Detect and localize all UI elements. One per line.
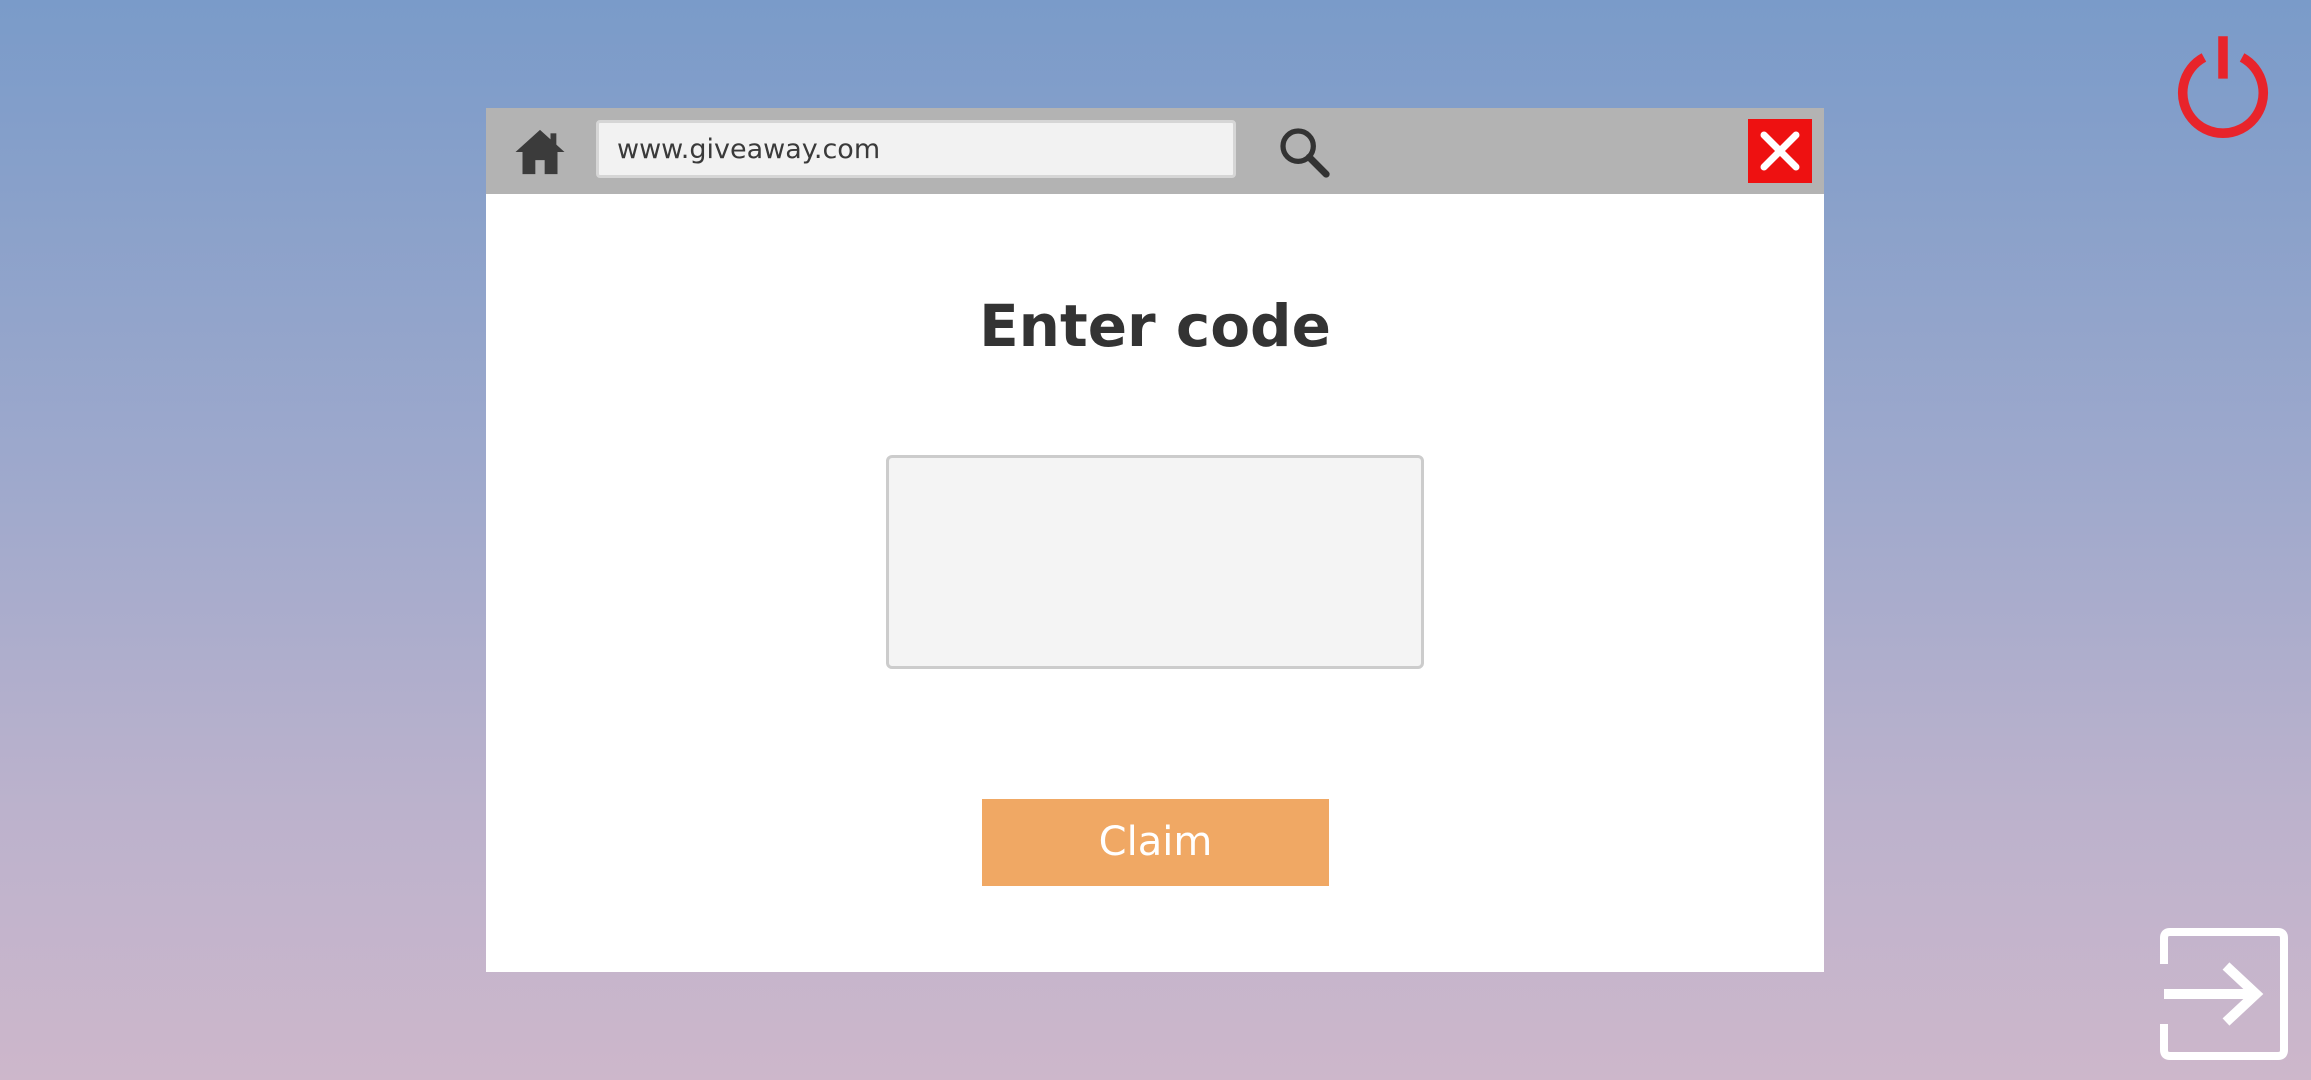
browser-toolbar (486, 108, 1824, 194)
url-field[interactable] (596, 120, 1236, 178)
claim-button[interactable]: Claim (982, 799, 1329, 886)
exit-button[interactable] (2158, 928, 2290, 1060)
page-title: Enter code (979, 292, 1331, 360)
search-icon (1280, 128, 1330, 178)
home-icon (515, 129, 565, 175)
close-button[interactable] (1748, 119, 1812, 183)
browser-window: Enter code Claim (486, 108, 1824, 972)
exit-icon (2160, 928, 2288, 1060)
search-button[interactable] (1276, 124, 1332, 180)
power-icon (2177, 36, 2269, 138)
home-button[interactable] (512, 124, 568, 180)
power-button[interactable] (2170, 32, 2276, 138)
code-input[interactable] (886, 455, 1424, 669)
close-icon (1760, 131, 1800, 171)
